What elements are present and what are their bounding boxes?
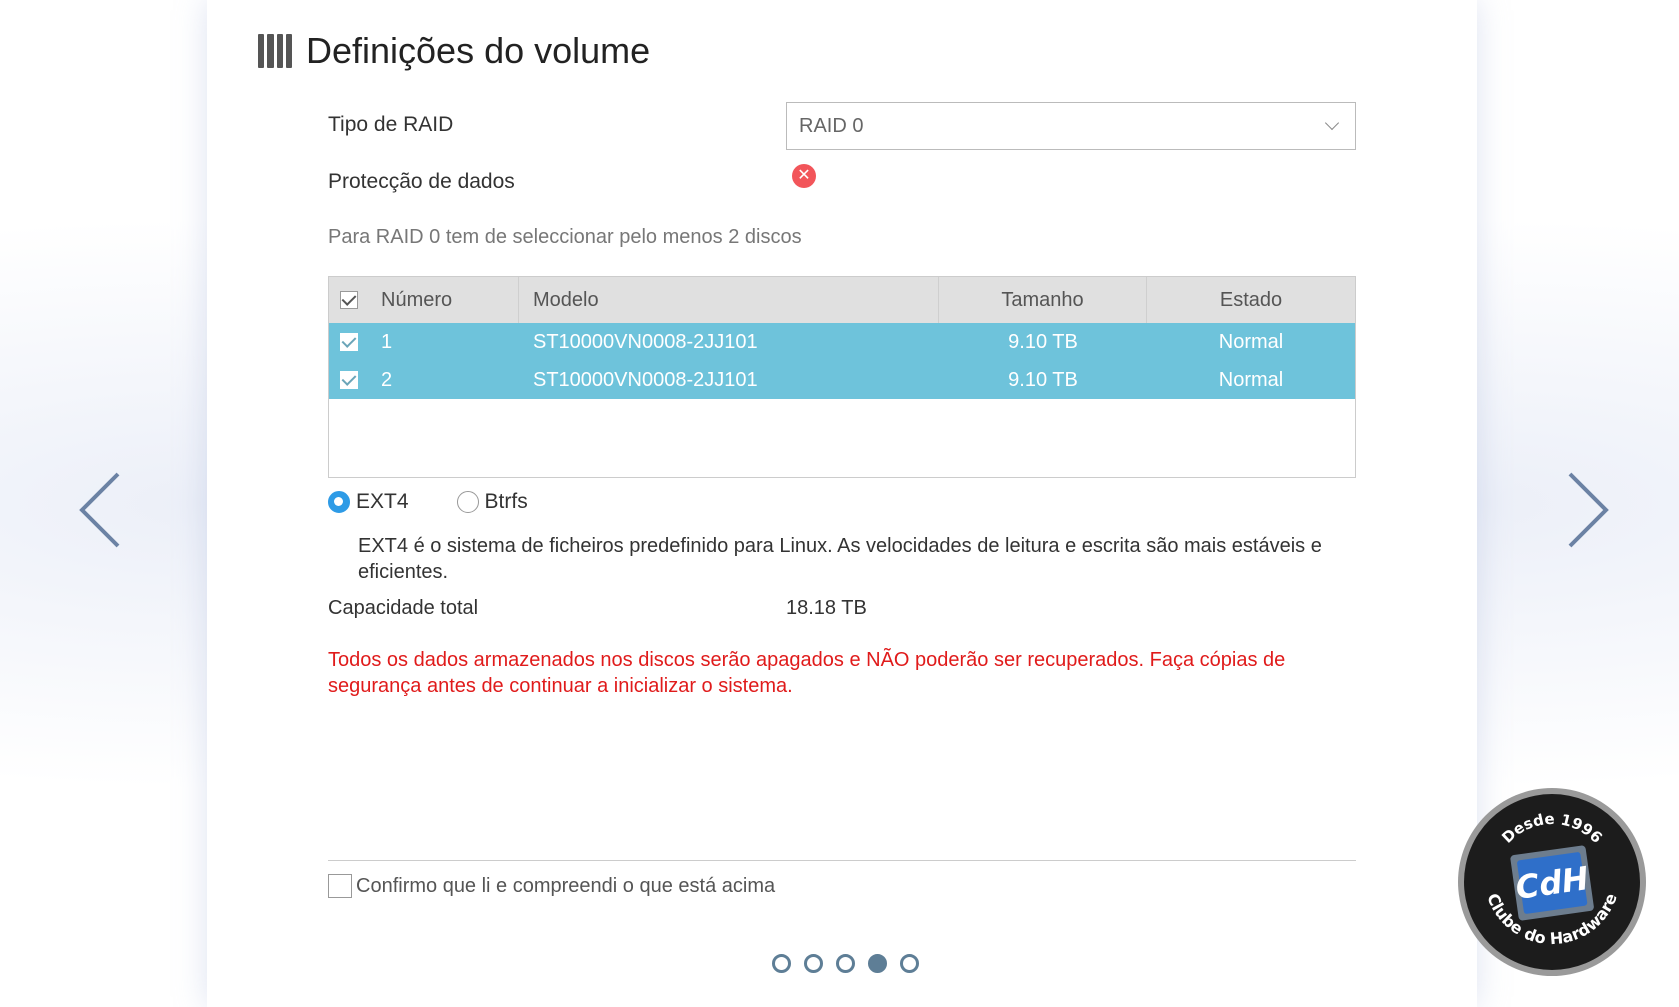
page-title: Definições do volume: [306, 30, 651, 71]
confirm-label[interactable]: Confirmo que li e compreendi o que está …: [356, 875, 775, 898]
step-dot-3[interactable]: [836, 954, 855, 973]
disk-size: 9.10 TB: [1008, 330, 1078, 353]
page-header: Definições do volume: [258, 30, 650, 72]
table-row[interactable]: 1 ST10000VN0008-2JJ101 9.10 TB Normal: [329, 323, 1355, 361]
confirm-row[interactable]: Confirmo que li e compreendi o que está …: [328, 874, 775, 898]
step-dot-1[interactable]: [772, 954, 791, 973]
capacity-label: Capacidade total: [328, 597, 479, 619]
select-all-checkbox[interactable]: [340, 291, 358, 309]
raid-type-value: RAID 0: [799, 114, 864, 137]
disk-size: 9.10 TB: [1008, 368, 1078, 391]
step-pager: [772, 954, 919, 973]
disk-table: Número Modelo Tamanho Estado 1 ST10000VN…: [328, 276, 1356, 478]
chevron-down-icon: [1324, 115, 1340, 131]
column-header-state[interactable]: Estado: [1147, 289, 1355, 312]
radio-btrfs[interactable]: [456, 491, 479, 513]
table-row[interactable]: 2 ST10000VN0008-2JJ101 9.10 TB Normal: [329, 361, 1355, 399]
divider: [328, 860, 1356, 861]
capacity-value: 18.18 TB: [786, 597, 867, 619]
disk-checkbox[interactable]: [340, 371, 358, 389]
column-header-model[interactable]: Modelo: [519, 277, 939, 323]
step-dot-4-current[interactable]: [868, 954, 887, 973]
table-header: Número Modelo Tamanho Estado: [329, 277, 1355, 323]
confirm-checkbox[interactable]: [328, 874, 352, 898]
error-x-icon: ✕: [792, 164, 816, 188]
chevron-right-icon[interactable]: [1562, 470, 1612, 550]
radio-ext4-label[interactable]: EXT4: [356, 490, 409, 514]
disk-number: 2: [381, 368, 393, 391]
disk-model: ST10000VN0008-2JJ101: [533, 330, 758, 353]
disk-state: Normal: [1218, 330, 1284, 353]
filesystem-options: EXT4 Btrfs: [328, 490, 528, 514]
data-protection-label: Protecção de dados: [328, 170, 515, 193]
disk-model: ST10000VN0008-2JJ101: [533, 368, 758, 391]
radio-ext4[interactable]: [328, 491, 350, 513]
step-dot-2[interactable]: [804, 954, 823, 973]
disk-state: Normal: [1218, 368, 1284, 391]
chevron-left-icon[interactable]: [76, 470, 126, 550]
column-header-size[interactable]: Tamanho: [939, 277, 1147, 323]
filesystem-description: EXT4 é o sistema de ficheiros predefinid…: [358, 535, 1322, 583]
disk-bays-icon: [258, 34, 292, 68]
raid-type-select[interactable]: RAID 0: [786, 102, 1356, 150]
data-loss-warning: Todos os dados armazenados nos discos se…: [328, 649, 1286, 697]
step-dot-5[interactable]: [900, 954, 919, 973]
radio-btrfs-label[interactable]: Btrfs: [485, 490, 528, 514]
raid-type-label: Tipo de RAID: [328, 113, 454, 136]
disk-number: 1: [381, 330, 393, 353]
disk-checkbox[interactable]: [340, 333, 358, 351]
raid-hint: Para RAID 0 tem de seleccionar pelo meno…: [328, 226, 802, 248]
column-header-number[interactable]: Número: [369, 277, 519, 323]
clube-do-hardware-logo: Desde 1996 Clube do Hardware CdH: [1458, 788, 1646, 976]
